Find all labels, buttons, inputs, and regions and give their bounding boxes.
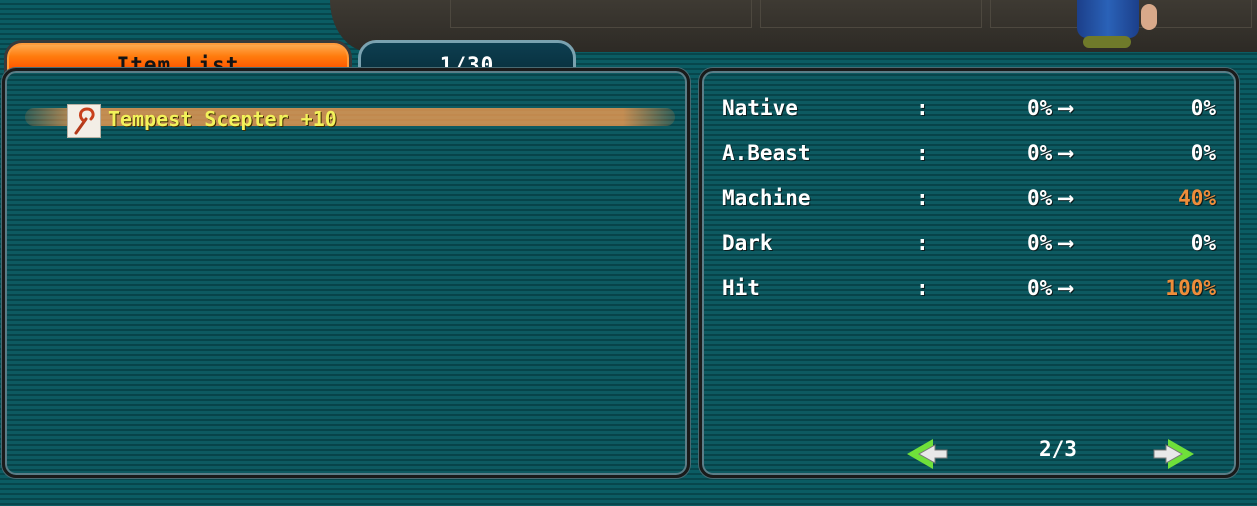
stat-row-hit: Hit : 0% ⟶ 100% [702, 276, 1242, 302]
arrow-right-icon: ⟶ [1059, 276, 1073, 301]
stat-from-value: 0% [1027, 96, 1053, 120]
page-indicator: 2/3 [1039, 437, 1077, 461]
stat-label: Hit [722, 276, 760, 300]
stat-to-value: 0% [1190, 141, 1216, 165]
arrow-right-icon: ⟶ [1059, 186, 1073, 211]
stat-from-value: 0% [1027, 186, 1053, 210]
stat-row-dark: Dark : 0% ⟶ 0% [702, 231, 1242, 257]
stat-row-native: Native : 0% ⟶ 0% [702, 96, 1242, 122]
stat-colon: : [916, 276, 929, 300]
stat-to-value: 0% [1190, 231, 1216, 255]
prev-page-icon [907, 439, 948, 469]
stat-colon: : [916, 231, 929, 255]
stat-colon: : [916, 186, 929, 210]
player-character [1063, 0, 1163, 50]
stat-from-value: 0% [1027, 231, 1053, 255]
stat-label: A.Beast [722, 141, 811, 165]
stat-colon: : [916, 141, 929, 165]
arrow-right-icon: ⟶ [1059, 141, 1073, 166]
stat-colon: : [916, 96, 929, 120]
scepter-icon [67, 104, 101, 138]
item-stats-panel: Native : 0% ⟶ 0% A.Beast : 0% ⟶ 0% Machi… [699, 68, 1239, 478]
stat-from-value: 0% [1027, 276, 1053, 300]
stat-row-abeast: A.Beast : 0% ⟶ 0% [702, 141, 1242, 167]
arrow-right-icon: ⟶ [1059, 96, 1073, 121]
prev-page-button[interactable] [905, 436, 951, 472]
stat-label: Native [722, 96, 798, 120]
stat-label: Machine [722, 186, 811, 210]
stat-to-value: 0% [1190, 96, 1216, 120]
item-name[interactable]: Tempest Scepter +10 [108, 107, 337, 131]
stat-to-value: 100% [1165, 276, 1216, 300]
stat-row-machine: Machine : 0% ⟶ 40% [702, 186, 1242, 212]
stat-to-value: 40% [1178, 186, 1216, 210]
item-list-panel: Tempest Scepter +10 [2, 68, 690, 478]
arrow-right-icon: ⟶ [1059, 231, 1073, 256]
next-page-icon [1153, 439, 1194, 469]
next-page-button[interactable] [1150, 436, 1196, 472]
stat-from-value: 0% [1027, 141, 1053, 165]
stat-label: Dark [722, 231, 773, 255]
